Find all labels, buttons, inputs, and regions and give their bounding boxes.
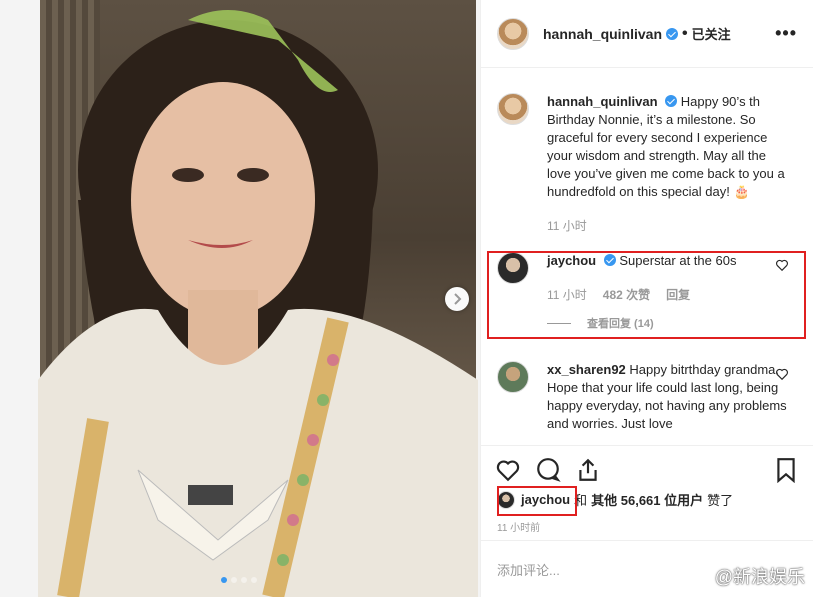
caption-text-block: hannah_quinlivan Happy 90’s th Birthday …	[547, 93, 787, 201]
commenter-avatar[interactable]	[497, 361, 529, 393]
watermark: @新浪娱乐	[684, 563, 805, 589]
more-options-icon[interactable]: •••	[775, 23, 797, 44]
next-photo-button[interactable]	[445, 287, 469, 311]
comment-text-block: xx_sharen92 Happy bitrthday grandma. Hop…	[547, 361, 787, 433]
carousel-dot	[241, 577, 247, 583]
caption-username[interactable]: hannah_quinlivan	[547, 94, 658, 109]
watermark-text: @新浪娱乐	[714, 567, 805, 587]
share-icon[interactable]	[575, 457, 601, 483]
caption-meta: 11 小时	[547, 217, 787, 234]
post-header: hannah_quinlivan • 已关注 •••	[481, 0, 813, 68]
follow-status-button[interactable]: 已关注	[692, 24, 731, 43]
verified-badge-icon	[665, 95, 678, 107]
post-photo-pane	[0, 0, 480, 597]
post-timestamp[interactable]: 11 小时前	[497, 519, 540, 534]
caption-comment: hannah_quinlivan Happy 90’s th Birthday …	[497, 93, 797, 234]
likes-others-count[interactable]: 其他 56,661 位用户	[591, 490, 703, 509]
author-avatar[interactable]	[497, 17, 529, 50]
heart-icon[interactable]	[495, 457, 521, 483]
heart-icon[interactable]	[775, 367, 789, 381]
instagram-post-view: hannah_quinlivan • 已关注 ••• hannah_quinli…	[0, 0, 813, 597]
highlight-box-comment	[487, 251, 806, 339]
carousel-dot	[221, 577, 227, 583]
likes-suffix: 赞了	[707, 493, 734, 508]
caption-time[interactable]: 11 小时	[547, 217, 587, 234]
vintage-portrait-photo	[38, 10, 478, 597]
carousel-dot	[251, 577, 257, 583]
comment-icon[interactable]	[535, 457, 561, 483]
caption-avatar[interactable]	[497, 93, 529, 125]
post-side-panel: hannah_quinlivan • 已关注 ••• hannah_quinli…	[480, 0, 813, 597]
highlight-box-liker	[497, 486, 577, 516]
verified-badge-icon	[666, 27, 679, 40]
chevron-right-icon	[454, 293, 462, 305]
weibo-logo-icon	[684, 568, 710, 586]
commenter-username[interactable]: xx_sharen92	[547, 362, 626, 377]
bookmark-icon[interactable]	[773, 457, 799, 483]
carousel-dot	[231, 577, 237, 583]
comment-item: xx_sharen92 Happy bitrthday grandma. Hop…	[497, 361, 797, 433]
caption-text: Happy 90’s th Birthday Nonnie, it’s a mi…	[547, 94, 785, 199]
carousel-dots	[221, 577, 257, 583]
author-username[interactable]: hannah_quinlivan	[543, 26, 662, 42]
add-comment-placeholder: 添加评论...	[497, 562, 560, 578]
header-separator: •	[682, 24, 688, 42]
